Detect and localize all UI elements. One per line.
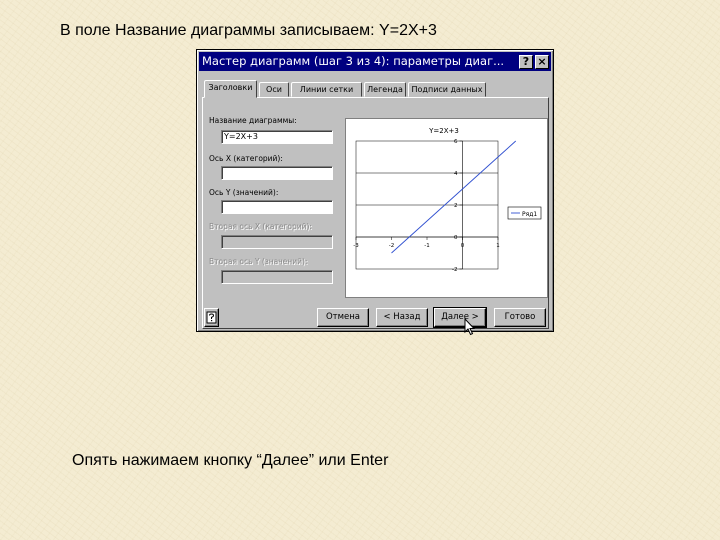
dialog-titlebar[interactable]: Мастер диаграмм (шаг 3 из 4): параметры … [199, 52, 551, 71]
chart-title-label: Название диаграммы: [209, 116, 297, 125]
x-axis-input[interactable] [221, 166, 333, 180]
x-tick-label: 0 [461, 243, 465, 249]
chart-wizard-dialog: Мастер диаграмм (шаг 3 из 4): параметры … [196, 49, 554, 332]
back-button[interactable]: < Назад [376, 308, 428, 327]
tab-axes[interactable]: Оси [259, 82, 289, 97]
secondary-x-axis-label: Вторая ось X (категорий): [209, 222, 312, 231]
x-axis-label: Ось X (категорий): [209, 154, 283, 163]
help-button[interactable]: ? [519, 55, 533, 69]
y-tick-label: -2 [452, 267, 457, 273]
y-tick-label: 6 [454, 139, 458, 145]
close-button[interactable]: × [535, 55, 549, 69]
y-tick-label: 2 [454, 203, 458, 209]
slide-heading: В поле Название диаграммы записываем: Y=… [60, 22, 437, 39]
finish-button[interactable]: Готово [494, 308, 546, 327]
mouse-pointer-icon [464, 318, 476, 336]
office-assistant-button[interactable] [204, 308, 219, 327]
titles-panel: Название диаграммы: Y=2X+3 Ось X (катего… [202, 97, 549, 329]
chart-preview-svg: Y=2X+3 -3 -2 -1 0 1 6 4 2 0 -2 Ряд1 [353, 127, 542, 273]
dialog-title: Мастер диаграмм (шаг 3 из 4): параметры … [202, 54, 505, 68]
tab-data-labels[interactable]: Подписи данных [408, 82, 486, 97]
y-axis-input[interactable] [221, 200, 333, 214]
office-assistant-icon [206, 311, 217, 324]
x-tick-label: 1 [496, 243, 500, 249]
next-button[interactable]: Далее > [433, 307, 487, 328]
secondary-x-axis-input [221, 235, 333, 249]
chart-title-input[interactable]: Y=2X+3 [221, 130, 333, 144]
y-tick-label: 4 [454, 171, 458, 177]
chart-preview: Y=2X+3 -3 -2 -1 0 1 6 4 2 0 -2 Ряд1 [345, 118, 548, 298]
secondary-y-axis-label: Вторая ось Y (значений): [209, 257, 308, 266]
x-tick-label: -3 [353, 243, 359, 249]
secondary-y-axis-input [221, 270, 333, 284]
cancel-button[interactable]: Отмена [317, 308, 369, 327]
tab-titles[interactable]: Заголовки [204, 80, 257, 98]
legend-series-label: Ряд1 [522, 211, 537, 218]
y-tick-label: 0 [454, 235, 458, 241]
x-tick-label: -1 [424, 243, 429, 249]
x-tick-label: -2 [389, 243, 394, 249]
tab-gridlines[interactable]: Линии сетки [291, 82, 362, 97]
button-bar: Отмена < Назад Далее > Готово [202, 307, 549, 330]
tab-legend[interactable]: Легенда [364, 82, 406, 97]
slide-footer-note: Опять нажимаем кнопку “Далее” или Enter [72, 452, 389, 469]
chart-title-text: Y=2X+3 [428, 127, 459, 135]
y-axis-label: Ось Y (значений): [209, 188, 279, 197]
